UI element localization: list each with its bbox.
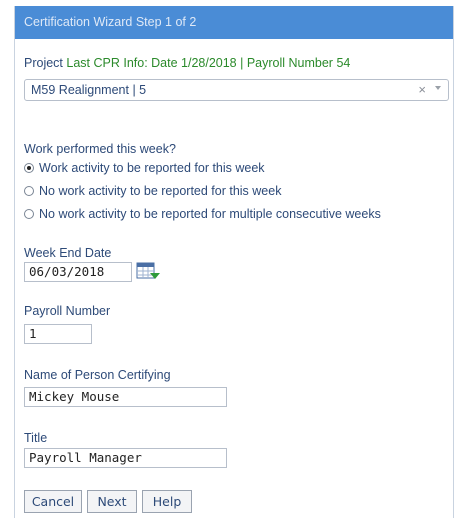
certification-wizard-dialog: Certification Wizard Step 1 of 2 Project…	[14, 6, 454, 518]
project-row: Project Last CPR Info: Date 1/28/2018 | …	[24, 56, 350, 70]
project-selected-value: M59 Realignment | 5	[31, 83, 147, 97]
certifier-name-input[interactable]: Mickey Mouse	[24, 387, 227, 407]
clear-selection-icon[interactable]: ×	[418, 82, 426, 97]
radio-button[interactable]	[24, 186, 34, 196]
certifier-name-label: Name of Person Certifying	[24, 368, 171, 382]
radio-label: No work activity to be reported for mult…	[39, 207, 381, 221]
radio-button[interactable]	[24, 163, 34, 173]
radio-work-activity[interactable]: Work activity to be reported for this we…	[24, 161, 265, 175]
calendar-icon[interactable]	[136, 261, 160, 281]
radio-label: No work activity to be reported for this…	[39, 184, 282, 198]
week-end-label: Week End Date	[24, 246, 112, 260]
project-select[interactable]: M59 Realignment | 5 ×	[24, 79, 449, 101]
title-input[interactable]: Payroll Manager	[24, 448, 227, 468]
wizard-title-bar: Certification Wizard Step 1 of 2	[15, 6, 453, 39]
radio-no-work-activity[interactable]: No work activity to be reported for this…	[24, 184, 281, 198]
title-label: Title	[24, 431, 48, 445]
project-label: Project	[24, 56, 63, 70]
radio-no-work-multiple-weeks[interactable]: No work activity to be reported for mult…	[24, 207, 381, 221]
last-cpr-info: Last CPR Info: Date 1/28/2018 | Payroll …	[66, 56, 351, 70]
wizard-title: Certification Wizard Step 1 of 2	[24, 15, 197, 29]
payroll-number-label: Payroll Number	[24, 304, 111, 318]
chevron-down-icon[interactable]	[435, 86, 441, 90]
radio-button[interactable]	[24, 209, 34, 219]
next-button[interactable]: Next	[87, 490, 137, 513]
cancel-button[interactable]: Cancel	[24, 490, 82, 513]
help-button[interactable]: Help	[142, 490, 192, 513]
payroll-number-input[interactable]: 1	[24, 324, 92, 344]
week-end-date-input[interactable]: 06/03/2018	[24, 262, 132, 282]
radio-label: Work activity to be reported for this we…	[39, 161, 265, 175]
work-question: Work performed this week?	[24, 142, 176, 156]
